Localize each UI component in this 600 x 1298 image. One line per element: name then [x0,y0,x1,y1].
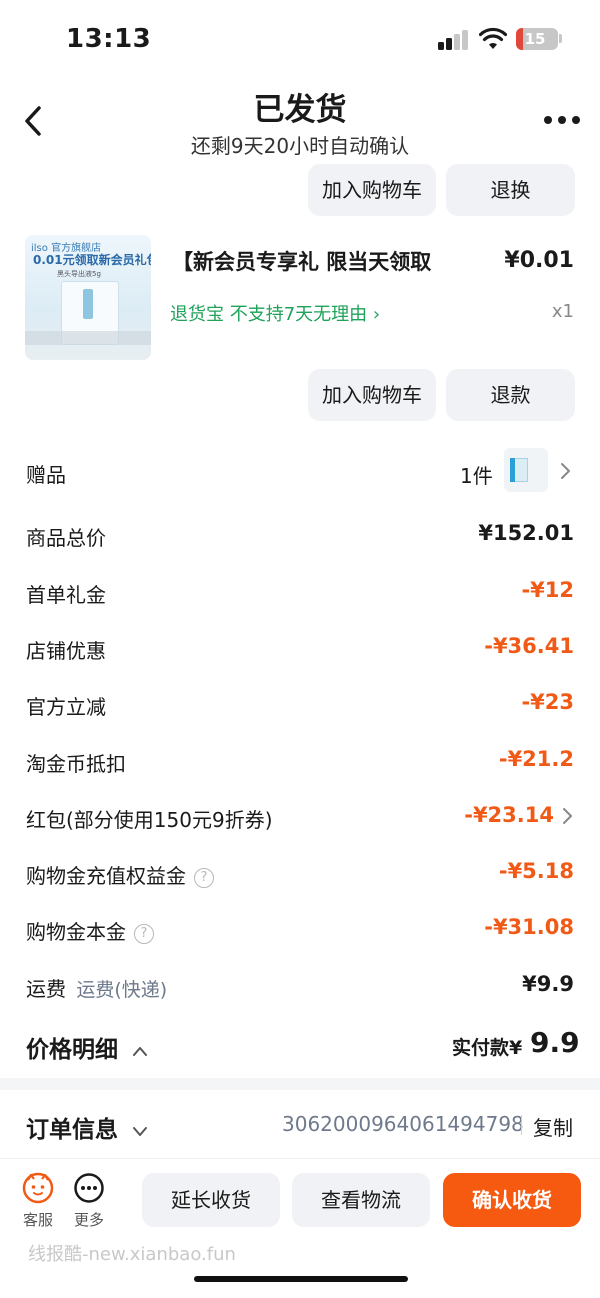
status-bar: 13:13 15 [0,0,600,80]
watermark: 线报酷-new.xianbao.fun [28,1244,236,1265]
shipping-text: 运费 [26,977,66,1001]
first-order-gift-label: 首单礼金 [26,583,106,607]
battery-icon: 15 [516,28,558,50]
subtotal-value: ¥152.01 [478,521,574,545]
thumbnail-caption: 黑头导出液5g [57,270,101,278]
product-quantity: x1 [551,301,574,322]
exchange-button[interactable]: 退换 [446,164,575,216]
help-icon[interactable]: ? [134,923,154,944]
red-packet-value[interactable]: -¥23.14 [464,803,554,827]
view-logistics-button[interactable]: 查看物流 [292,1173,430,1227]
shopping-credit-bonus-value: -¥5.18 [498,859,574,883]
subtotal-label: 商品总价 [26,526,106,550]
official-discount-label: 官方立减 [26,695,106,719]
chevron-up-icon [133,1046,148,1056]
thumbnail-shelf [25,331,151,345]
actual-pay-label: 实付款¥ [452,1037,523,1059]
shopping-credit-bonus-label: 购物金充值权益金? [26,860,214,889]
status-time: 13:13 [66,24,152,54]
red-packet-label: 红包(部分使用150元9折券) [26,808,273,832]
customer-service-icon[interactable] [22,1172,54,1204]
auto-confirm-countdown: 还剩9天20小时自动确认 [190,134,410,158]
order-info-toggle[interactable]: 订单信息 [26,1110,148,1144]
page-title: 已发货 [253,92,347,128]
shopping-credit-bonus-text: 购物金充值权益金 [26,864,186,888]
product-price: ¥0.01 [504,248,574,273]
product-add-to-cart-button[interactable]: 加入购物车 [308,369,436,421]
shipping-label: 运费 运费(快递) [26,973,167,1002]
wifi-icon [479,27,507,49]
return-insurance-tag[interactable]: 退货宝 不支持7天无理由 › [170,300,380,326]
taojinbi-deduction-value: -¥21.2 [498,747,574,771]
order-info-label: 订单信息 [26,1117,118,1143]
shopping-credit-principal-text: 购物金本金 [26,920,126,944]
chevron-down-icon [133,1126,148,1136]
taojinbi-deduction-label: 淘金币抵扣 [26,752,126,776]
red-packet-chevron-right-icon[interactable] [561,807,573,825]
more-label[interactable]: 更多 [74,1209,104,1230]
gift-thumbnail[interactable] [504,448,548,492]
product-bottle-image [83,289,93,319]
gift-chevron-right-icon[interactable] [559,462,571,480]
battery-tip [559,34,562,43]
store-discount-value: -¥36.41 [484,634,574,658]
shipping-value: ¥9.9 [522,972,574,996]
confirm-receipt-button[interactable]: 确认收货 [443,1173,581,1227]
refund-button[interactable]: 退款 [446,369,575,421]
price-detail-toggle[interactable]: 价格明细 [26,1030,148,1064]
divider [521,1115,522,1135]
order-number: 3062000964061494798 [282,1112,524,1136]
first-order-gift-value: -¥12 [521,578,574,602]
actual-pay-value: 9.9 [530,1026,580,1059]
more-options-icon[interactable] [544,116,580,126]
battery-level-text: 15 [524,30,546,48]
shopping-credit-principal-value: -¥31.08 [484,915,574,939]
official-discount-value: -¥23 [521,690,574,714]
thumbnail-headline: 0.01元领取新会员礼包 [33,253,151,267]
more-icon[interactable] [73,1172,105,1204]
section-divider [0,1078,600,1090]
gift-quantity[interactable]: 1件 [460,460,493,489]
customer-service-label[interactable]: 客服 [23,1209,53,1230]
copy-order-number-button[interactable]: 复制 [533,1112,573,1141]
shopping-credit-principal-label: 购物金本金? [26,916,154,945]
add-to-cart-button[interactable]: 加入购物车 [308,164,436,216]
home-indicator [194,1276,408,1282]
product-title[interactable]: 【新会员专享礼 限当天领取 [172,246,431,276]
shipping-method-note: 运费(快递) [76,979,168,1001]
price-detail-label: 价格明细 [26,1037,118,1063]
bottom-bar-divider [0,1158,600,1159]
cellular-signal-icon [438,30,470,50]
help-icon[interactable]: ? [194,867,214,888]
gift-label: 赠品 [26,463,66,487]
store-discount-label: 店铺优惠 [26,639,106,663]
product-thumbnail[interactable]: ilso 官方旗舰店 0.01元领取新会员礼包 黑头导出液5g [25,235,151,360]
extend-receipt-button[interactable]: 延长收货 [142,1173,280,1227]
